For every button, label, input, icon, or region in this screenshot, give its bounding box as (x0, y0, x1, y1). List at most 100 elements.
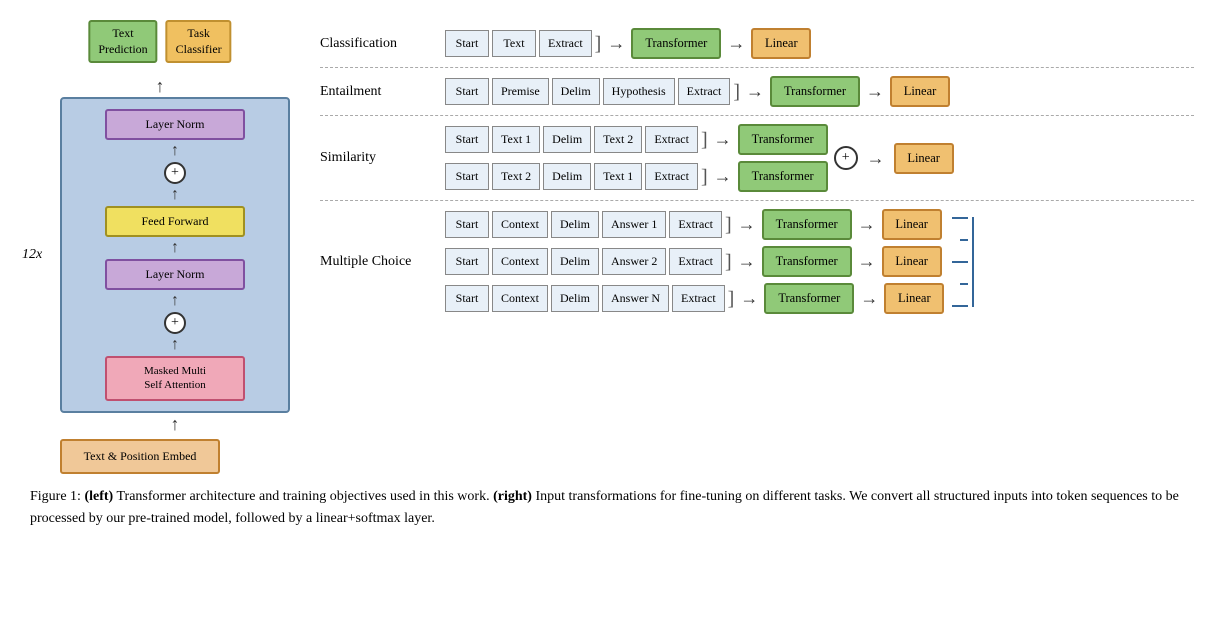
linear-mc3: Linear (884, 283, 944, 314)
classification-content: Start Text Extract ] → Transformer → Lin… (445, 28, 1194, 59)
token-extract-s2: Extract (645, 163, 698, 190)
transformer-mc2: Transformer (762, 246, 852, 277)
arrow-up-4: ↑ (171, 293, 179, 309)
multiple-choice-label: Multiple Choice (320, 254, 435, 270)
caption-left-bold: (left) (84, 489, 113, 504)
arrow-s2: → (714, 166, 732, 187)
token-extract-mc2: Extract (669, 248, 722, 275)
transformer-classification: Transformer (631, 28, 721, 59)
entailment-row: Start Premise Delim Hypothesis Extract ]… (445, 76, 1194, 107)
arrow-down-embed: ↑ (60, 415, 290, 433)
arrow-e-linear: → (866, 81, 884, 102)
feed-forward-box: Feed Forward (105, 206, 245, 237)
token-start-mc2: Start (445, 248, 489, 275)
caption-left-text: Transformer architecture and training ob… (113, 489, 493, 504)
transformer-entailment: Transformer (770, 76, 860, 107)
token-answern: Answer N (602, 285, 669, 312)
arrow-s1: → (714, 129, 732, 150)
mc-row1: Start Context Delim Answer 1 Extract ] →… (445, 209, 944, 240)
plus-similarity: + (834, 146, 858, 170)
token-text1-s2: Text 1 (594, 163, 642, 190)
bracket-mc1: ] (725, 215, 732, 235)
similarity-content: Start Text 1 Delim Text 2 Extract ] → Tr… (445, 124, 1194, 192)
embed-box: Text & Position Embed (60, 439, 220, 474)
token-delim-mc1: Delim (551, 211, 599, 238)
attention-box: Masked MultiSelf Attention (105, 356, 245, 401)
task-classifier-box: TaskClassifier (166, 20, 232, 63)
token-delim-s1: Delim (543, 126, 591, 153)
similarity-row2: Start Text 2 Delim Text 1 Extract ] → Tr… (445, 161, 828, 192)
bracket-right-e: ] (733, 82, 740, 102)
arrow-up-1: ↑ (171, 143, 179, 159)
token-delim-mc3: Delim (551, 285, 599, 312)
text-prediction-box: TextPrediction (88, 20, 157, 63)
classification-label: Classification (320, 36, 435, 52)
token-start-mc3: Start (445, 285, 489, 312)
plus-circle-bottom: + (164, 312, 186, 334)
linear-classification: Linear (751, 28, 811, 59)
plus-circle-top: + (164, 162, 186, 184)
bracket-right: ] (595, 34, 602, 54)
arrow-mc3: → (740, 288, 758, 309)
figure-caption: Figure 1: (left) Transformer architectur… (30, 486, 1190, 531)
bracket-s2: ] (701, 167, 708, 187)
arrow-to-transformer: → (607, 33, 625, 54)
output-boxes: TextPrediction TaskClassifier (88, 20, 231, 63)
linear-mc2: Linear (882, 246, 942, 277)
left-inner-col: Layer Norm ↑ + ↑ Feed Forward ↑ Layer No… (74, 109, 276, 401)
task-similarity: Similarity Start Text 1 Delim Text 2 Ext… (320, 116, 1194, 201)
task-classification: Classification Start Text Extract ] → Tr… (320, 20, 1194, 68)
token-text2-s1: Text 2 (594, 126, 642, 153)
classification-row: Start Text Extract ] → Transformer → Lin… (445, 28, 1194, 59)
token-answer1: Answer 1 (602, 211, 666, 238)
token-extract-e: Extract (678, 78, 731, 105)
token-start: Start (445, 30, 489, 57)
arrow-s-linear: → (867, 148, 885, 169)
multiple-choice-content: Start Context Delim Answer 1 Extract ] →… (445, 209, 1194, 314)
repeat-label: 12x (22, 247, 42, 263)
token-premise: Premise (492, 78, 549, 105)
arrow-mc3-linear: → (860, 288, 878, 309)
arrow-up-3: ↑ (171, 240, 179, 256)
linear-mc1: Linear (882, 209, 942, 240)
caption-figure-num: Figure 1: (30, 489, 81, 504)
linear-entailment: Linear (890, 76, 950, 107)
left-diagram: TextPrediction TaskClassifier ↑ 12x Laye… (30, 20, 290, 474)
token-extract-s1: Extract (645, 126, 698, 153)
arrow-mc2: → (738, 251, 756, 272)
entailment-content: Start Premise Delim Hypothesis Extract ]… (445, 76, 1194, 107)
token-text2-s2: Text 2 (492, 163, 540, 190)
transformer-mc3: Transformer (764, 283, 854, 314)
token-context-mc3: Context (492, 285, 548, 312)
token-delim-mc2: Delim (551, 248, 599, 275)
mc-row2: Start Context Delim Answer 2 Extract ] →… (445, 246, 944, 277)
arrow-mc1: → (738, 214, 756, 235)
bracket-mc2: ] (725, 252, 732, 272)
mc-row3: Start Context Delim Answer N Extract ] →… (445, 283, 944, 314)
arrow-to-linear: → (727, 33, 745, 54)
arrow-e-transformer: → (746, 81, 764, 102)
similarity-label: Similarity (320, 150, 435, 166)
bracket-mc3: ] (728, 289, 735, 309)
token-extract-mc3: Extract (672, 285, 725, 312)
arrow-down-output: ↑ (30, 77, 290, 95)
token-answer2: Answer 2 (602, 248, 666, 275)
task-multiple-choice: Multiple Choice Start Context Delim Answ… (320, 201, 1194, 322)
arrow-up-5: ↑ (171, 337, 179, 353)
entailment-label: Entailment (320, 84, 435, 100)
token-start-s1: Start (445, 126, 489, 153)
token-delim-e: Delim (552, 78, 600, 105)
token-context-mc2: Context (492, 248, 548, 275)
token-hypothesis: Hypothesis (603, 78, 675, 105)
token-text1-s1: Text 1 (492, 126, 540, 153)
layer-norm-bottom: Layer Norm (105, 259, 245, 290)
token-start-mc1: Start (445, 211, 489, 238)
token-text: Text (492, 30, 536, 57)
transformer-s2: Transformer (738, 161, 828, 192)
main-block: Layer Norm ↑ + ↑ Feed Forward ↑ Layer No… (60, 97, 290, 413)
similarity-row1: Start Text 1 Delim Text 2 Extract ] → Tr… (445, 124, 828, 155)
arrow-mc2-linear: → (858, 251, 876, 272)
linear-similarity: Linear (894, 143, 954, 174)
figure-container: TextPrediction TaskClassifier ↑ 12x Laye… (30, 20, 1194, 530)
token-start-e: Start (445, 78, 489, 105)
